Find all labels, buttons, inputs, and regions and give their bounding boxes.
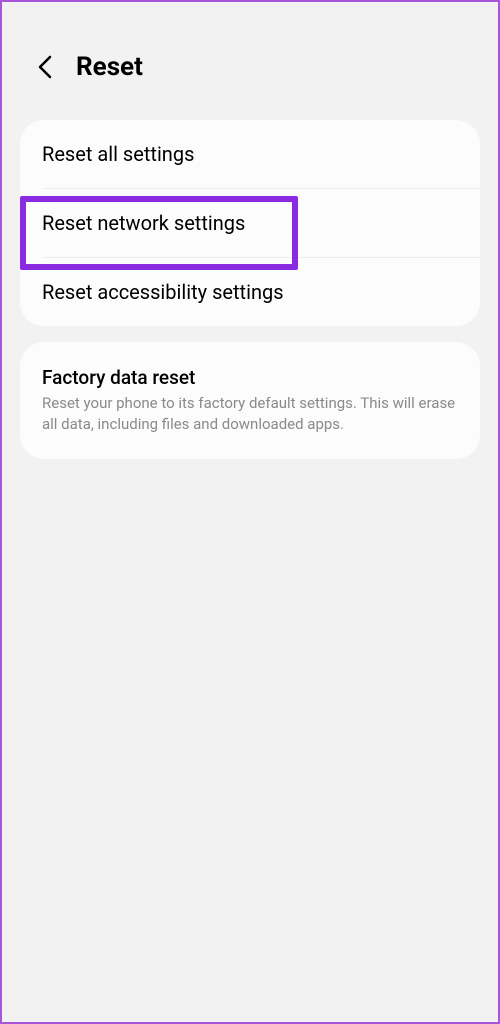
reset-options-section: Reset all settings Reset network setting… bbox=[20, 120, 480, 326]
list-item-label: Factory data reset bbox=[42, 366, 458, 389]
back-icon[interactable] bbox=[34, 56, 56, 78]
page-title: Reset bbox=[76, 52, 143, 82]
reset-accessibility-settings[interactable]: Reset accessibility settings bbox=[20, 258, 480, 326]
factory-data-reset[interactable]: Factory data reset Reset your phone to i… bbox=[20, 342, 480, 459]
list-item-label: Reset network settings bbox=[42, 211, 458, 235]
list-item-description: Reset your phone to its factory default … bbox=[42, 393, 458, 435]
reset-network-settings[interactable]: Reset network settings bbox=[20, 189, 480, 257]
header: Reset bbox=[2, 2, 498, 112]
list-item-label: Reset all settings bbox=[42, 142, 458, 166]
factory-reset-section: Factory data reset Reset your phone to i… bbox=[20, 342, 480, 459]
list-item-label: Reset accessibility settings bbox=[42, 280, 458, 304]
reset-all-settings[interactable]: Reset all settings bbox=[20, 120, 480, 188]
